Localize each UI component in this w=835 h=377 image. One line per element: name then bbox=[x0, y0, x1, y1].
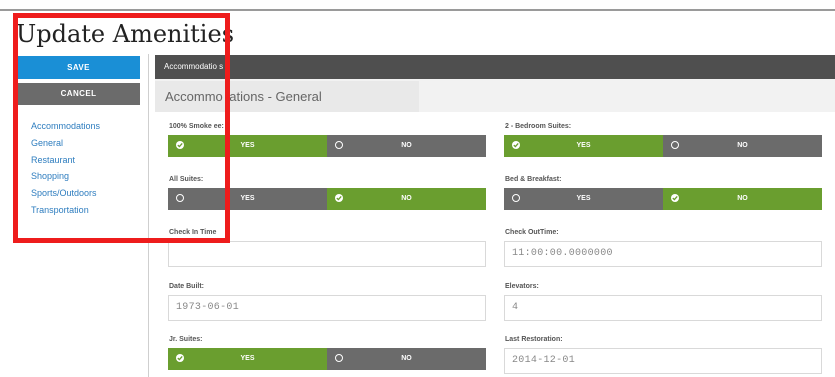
save-button[interactable]: SAVE bbox=[17, 56, 140, 79]
all-suites-label: All Suites: bbox=[169, 176, 204, 183]
cancel-button[interactable]: CANCEL bbox=[17, 83, 140, 105]
tab-bar: Accommodatio s bbox=[155, 55, 835, 79]
two-bedroom-suites-yes-option[interactable]: YES bbox=[504, 135, 663, 157]
sidebar-item-sports-outdoors[interactable]: Sports/Outdoors bbox=[31, 185, 100, 202]
smoke-free-toggle: YES NO bbox=[168, 135, 486, 157]
bed-breakfast-label: Bed & Breakfast: bbox=[505, 176, 562, 183]
jr-suites-toggle: YES NO bbox=[168, 348, 486, 370]
sidebar: SAVE CANCEL Accommodations General Resta… bbox=[0, 54, 150, 377]
check-in-time-label: Check In Time bbox=[169, 229, 217, 236]
two-bedroom-suites-no-option[interactable]: NO bbox=[663, 135, 822, 157]
section-tab: Accommo lations - General bbox=[155, 81, 419, 112]
yes-label: YES bbox=[240, 195, 255, 202]
sidebar-nav: Accommodations General Restaurant Shoppi… bbox=[31, 118, 100, 219]
check-out-time-input[interactable]: 11:00:00.0000000 bbox=[504, 241, 822, 267]
bed-breakfast-no-option[interactable]: NO bbox=[663, 188, 822, 210]
last-restoration-input[interactable]: 2014-12-01 bbox=[504, 348, 822, 374]
check-out-time-label: Check OutTime: bbox=[505, 229, 559, 236]
all-suites-toggle: YES NO bbox=[168, 188, 486, 210]
no-label: NO bbox=[737, 195, 748, 202]
no-label: NO bbox=[401, 195, 412, 202]
no-label: NO bbox=[401, 142, 412, 149]
yes-label: YES bbox=[576, 195, 591, 202]
top-divider bbox=[0, 9, 835, 11]
sidebar-item-accommodations[interactable]: Accommodations bbox=[31, 118, 100, 135]
sidebar-item-restaurant[interactable]: Restaurant bbox=[31, 152, 100, 169]
all-suites-no-option[interactable]: NO bbox=[327, 188, 486, 210]
section-title: Accommo lations - General bbox=[165, 89, 322, 104]
bed-breakfast-yes-option[interactable]: YES bbox=[504, 188, 663, 210]
page-title: Update Amenities bbox=[16, 20, 235, 48]
last-restoration-label: Last Restoration: bbox=[505, 336, 563, 343]
tab-accommodations[interactable]: Accommodatio s bbox=[164, 55, 223, 79]
yes-label: YES bbox=[576, 142, 591, 149]
content-panel: Accommo lations - General 100% Smoke ee:… bbox=[155, 79, 835, 377]
sidebar-item-transportation[interactable]: Transportation bbox=[31, 202, 100, 219]
bed-breakfast-toggle: YES NO bbox=[504, 188, 822, 210]
yes-label: YES bbox=[240, 142, 255, 149]
smoke-free-label: 100% Smoke ee: bbox=[169, 123, 224, 130]
date-built-input[interactable]: 1973-06-01 bbox=[168, 295, 486, 321]
check-in-time-input[interactable] bbox=[168, 241, 486, 267]
sidebar-item-shopping[interactable]: Shopping bbox=[31, 168, 100, 185]
two-bedroom-suites-label: 2 - Bedroom Suites: bbox=[505, 123, 572, 130]
no-label: NO bbox=[401, 355, 412, 362]
jr-suites-yes-option[interactable]: YES bbox=[168, 348, 327, 370]
jr-suites-no-option[interactable]: NO bbox=[327, 348, 486, 370]
sidebar-border bbox=[148, 54, 149, 377]
elevators-input[interactable]: 4 bbox=[504, 295, 822, 321]
no-label: NO bbox=[737, 142, 748, 149]
smoke-free-yes-option[interactable]: YES bbox=[168, 135, 327, 157]
all-suites-yes-option[interactable]: YES bbox=[168, 188, 327, 210]
sidebar-item-general[interactable]: General bbox=[31, 135, 100, 152]
yes-label: YES bbox=[240, 355, 255, 362]
form-area: 100% Smoke ee: YES NO 2 - Bedroom Suites… bbox=[155, 112, 835, 377]
elevators-label: Elevators: bbox=[505, 283, 539, 290]
smoke-free-no-option[interactable]: NO bbox=[327, 135, 486, 157]
date-built-label: Date Built: bbox=[169, 283, 204, 290]
jr-suites-label: Jr. Suites: bbox=[169, 336, 203, 343]
two-bedroom-suites-toggle: YES NO bbox=[504, 135, 822, 157]
